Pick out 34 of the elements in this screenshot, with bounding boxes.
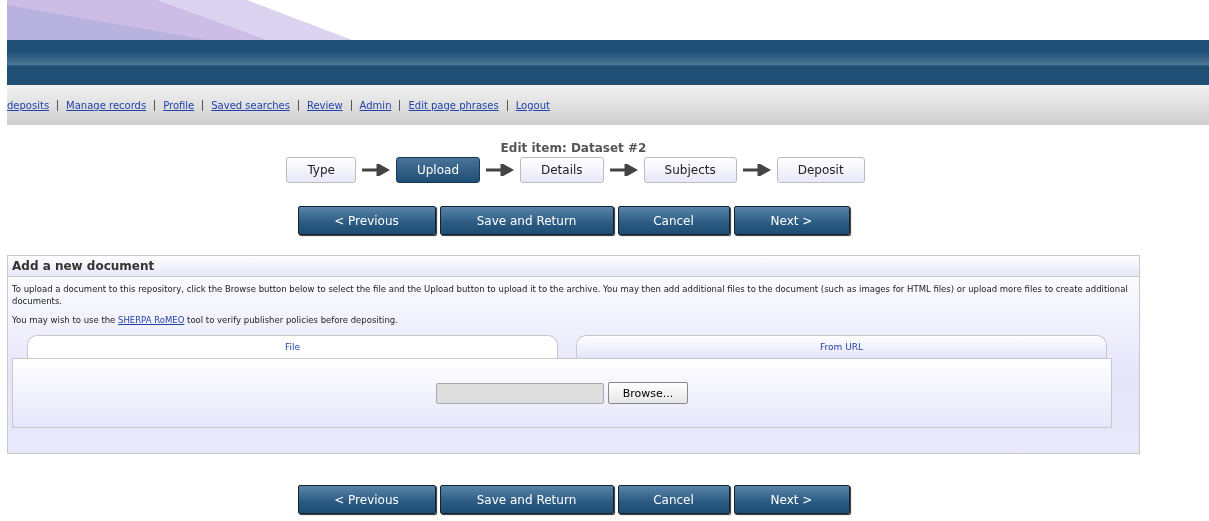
sherpa-romeo-link[interactable]: SHERPA RoMEO: [118, 315, 185, 325]
nav-link[interactable]: Saved searches: [211, 99, 290, 111]
file-field[interactable]: [435, 382, 604, 404]
nav-link[interactable]: Edit page phrases: [408, 99, 499, 111]
step-tab[interactable]: Details: [520, 157, 604, 183]
tab[interactable]: File: [27, 335, 558, 358]
arrow-icon: [486, 164, 514, 176]
nav-link[interactable]: Manage records: [66, 99, 147, 111]
nav-link[interactable]: Admin: [359, 99, 392, 111]
nav-link[interactable]: Review: [306, 99, 343, 111]
nav-button[interactable]: Next >: [733, 206, 850, 235]
intro-text: To upload a document to this repository, click the Browse button below to select the file and the Upload button to upload it to the archive. You may then add additional files to the document (such as images for HTML files) or upload more files to create additional documents.: [12, 283, 1129, 307]
nav-button[interactable]: Cancel: [617, 485, 730, 514]
nav-button[interactable]: < Previous: [297, 485, 436, 514]
step-tab[interactable]: Upload: [395, 157, 480, 183]
nav-button[interactable]: < Previous: [297, 206, 436, 235]
arrow-icon: [361, 164, 390, 176]
nav-button[interactable]: Save and Return: [439, 206, 614, 235]
tab[interactable]: From URL: [576, 335, 1107, 358]
arrow-icon: [609, 164, 638, 176]
step-tab[interactable]: Type: [286, 157, 356, 183]
browse-button[interactable]: Browse...: [607, 382, 689, 404]
nav-button[interactable]: Cancel: [617, 206, 730, 235]
nav-button[interactable]: Save and Return: [439, 485, 614, 514]
nav-link[interactable]: Logout: [515, 99, 550, 111]
panel-title: Add a new document: [8, 256, 1139, 277]
nav-link[interactable]: Profile: [163, 99, 195, 111]
step-tab[interactable]: Subjects: [643, 157, 737, 183]
tip-text: You may wish to use the SHERPA RoMEO tool to verify publisher policies before depositing.: [12, 314, 399, 326]
page-title: Edit item: Dataset #2: [499, 141, 648, 155]
step-tab[interactable]: Deposit: [776, 157, 865, 183]
nav-button[interactable]: Next >: [733, 485, 850, 514]
nav-link[interactable]: deposits: [7, 99, 50, 111]
arrow-icon: [742, 164, 771, 176]
